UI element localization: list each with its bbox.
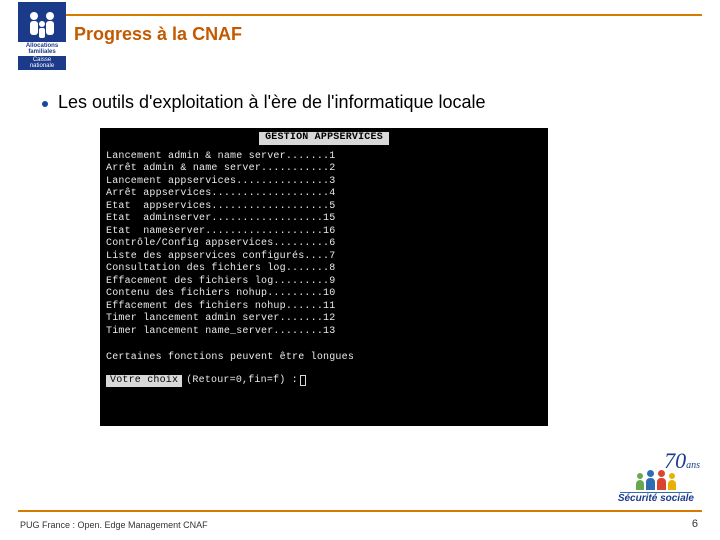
terminal-header: GESTION APPSERVICES [259,132,389,145]
secu-text: Sécurité sociale [618,494,694,504]
logo-label-allocations: Allocations familiales [18,43,66,55]
cnaf-logo: Allocations familiales Caisse nationale [18,2,66,60]
terminal-screenshot: GESTION APPSERVICES Lancement admin & na… [100,128,548,426]
terminal-prompt: Votre choix (Retour=0,fin=f) : [106,375,542,388]
terminal-note: Certaines fonctions peuvent être longues [106,352,542,365]
page-title: Progress à la CNAF [74,24,242,45]
terminal-prompt-label: Votre choix [106,375,182,388]
bottom-rule [18,510,702,512]
family-icon [22,8,62,42]
terminal-prompt-hint: (Retour=0,fin=f) : [186,375,298,388]
terminal-cursor [300,375,306,386]
logo-label-caisse: Caisse nationale [18,56,66,70]
person-icon [646,470,655,490]
people-icon [618,470,694,490]
secu-word-1: Sécurité [618,493,657,504]
bullet-item: Les outils d'exploitation à l'ère de l'i… [42,92,486,113]
bullet-icon [42,101,48,107]
footer-text: PUG France : Open. Edge Management CNAF [20,520,208,530]
slide-root: Allocations familiales Caisse nationale … [0,0,720,540]
terminal-header-row: GESTION APPSERVICES [106,132,542,145]
person-icon [636,473,644,490]
terminal-menu-lines: Lancement admin & name server.......1 Ar… [106,151,542,339]
securite-sociale-logo: Sécurité sociale [618,470,694,504]
person-icon [668,473,676,490]
bullet-text: Les outils d'exploitation à l'ère de l'i… [58,92,486,113]
secu-word-2: sociale [660,493,694,504]
person-icon [657,470,666,490]
page-number: 6 [692,518,698,530]
cnaf-logo-mark [18,2,66,42]
top-rule [18,14,702,16]
